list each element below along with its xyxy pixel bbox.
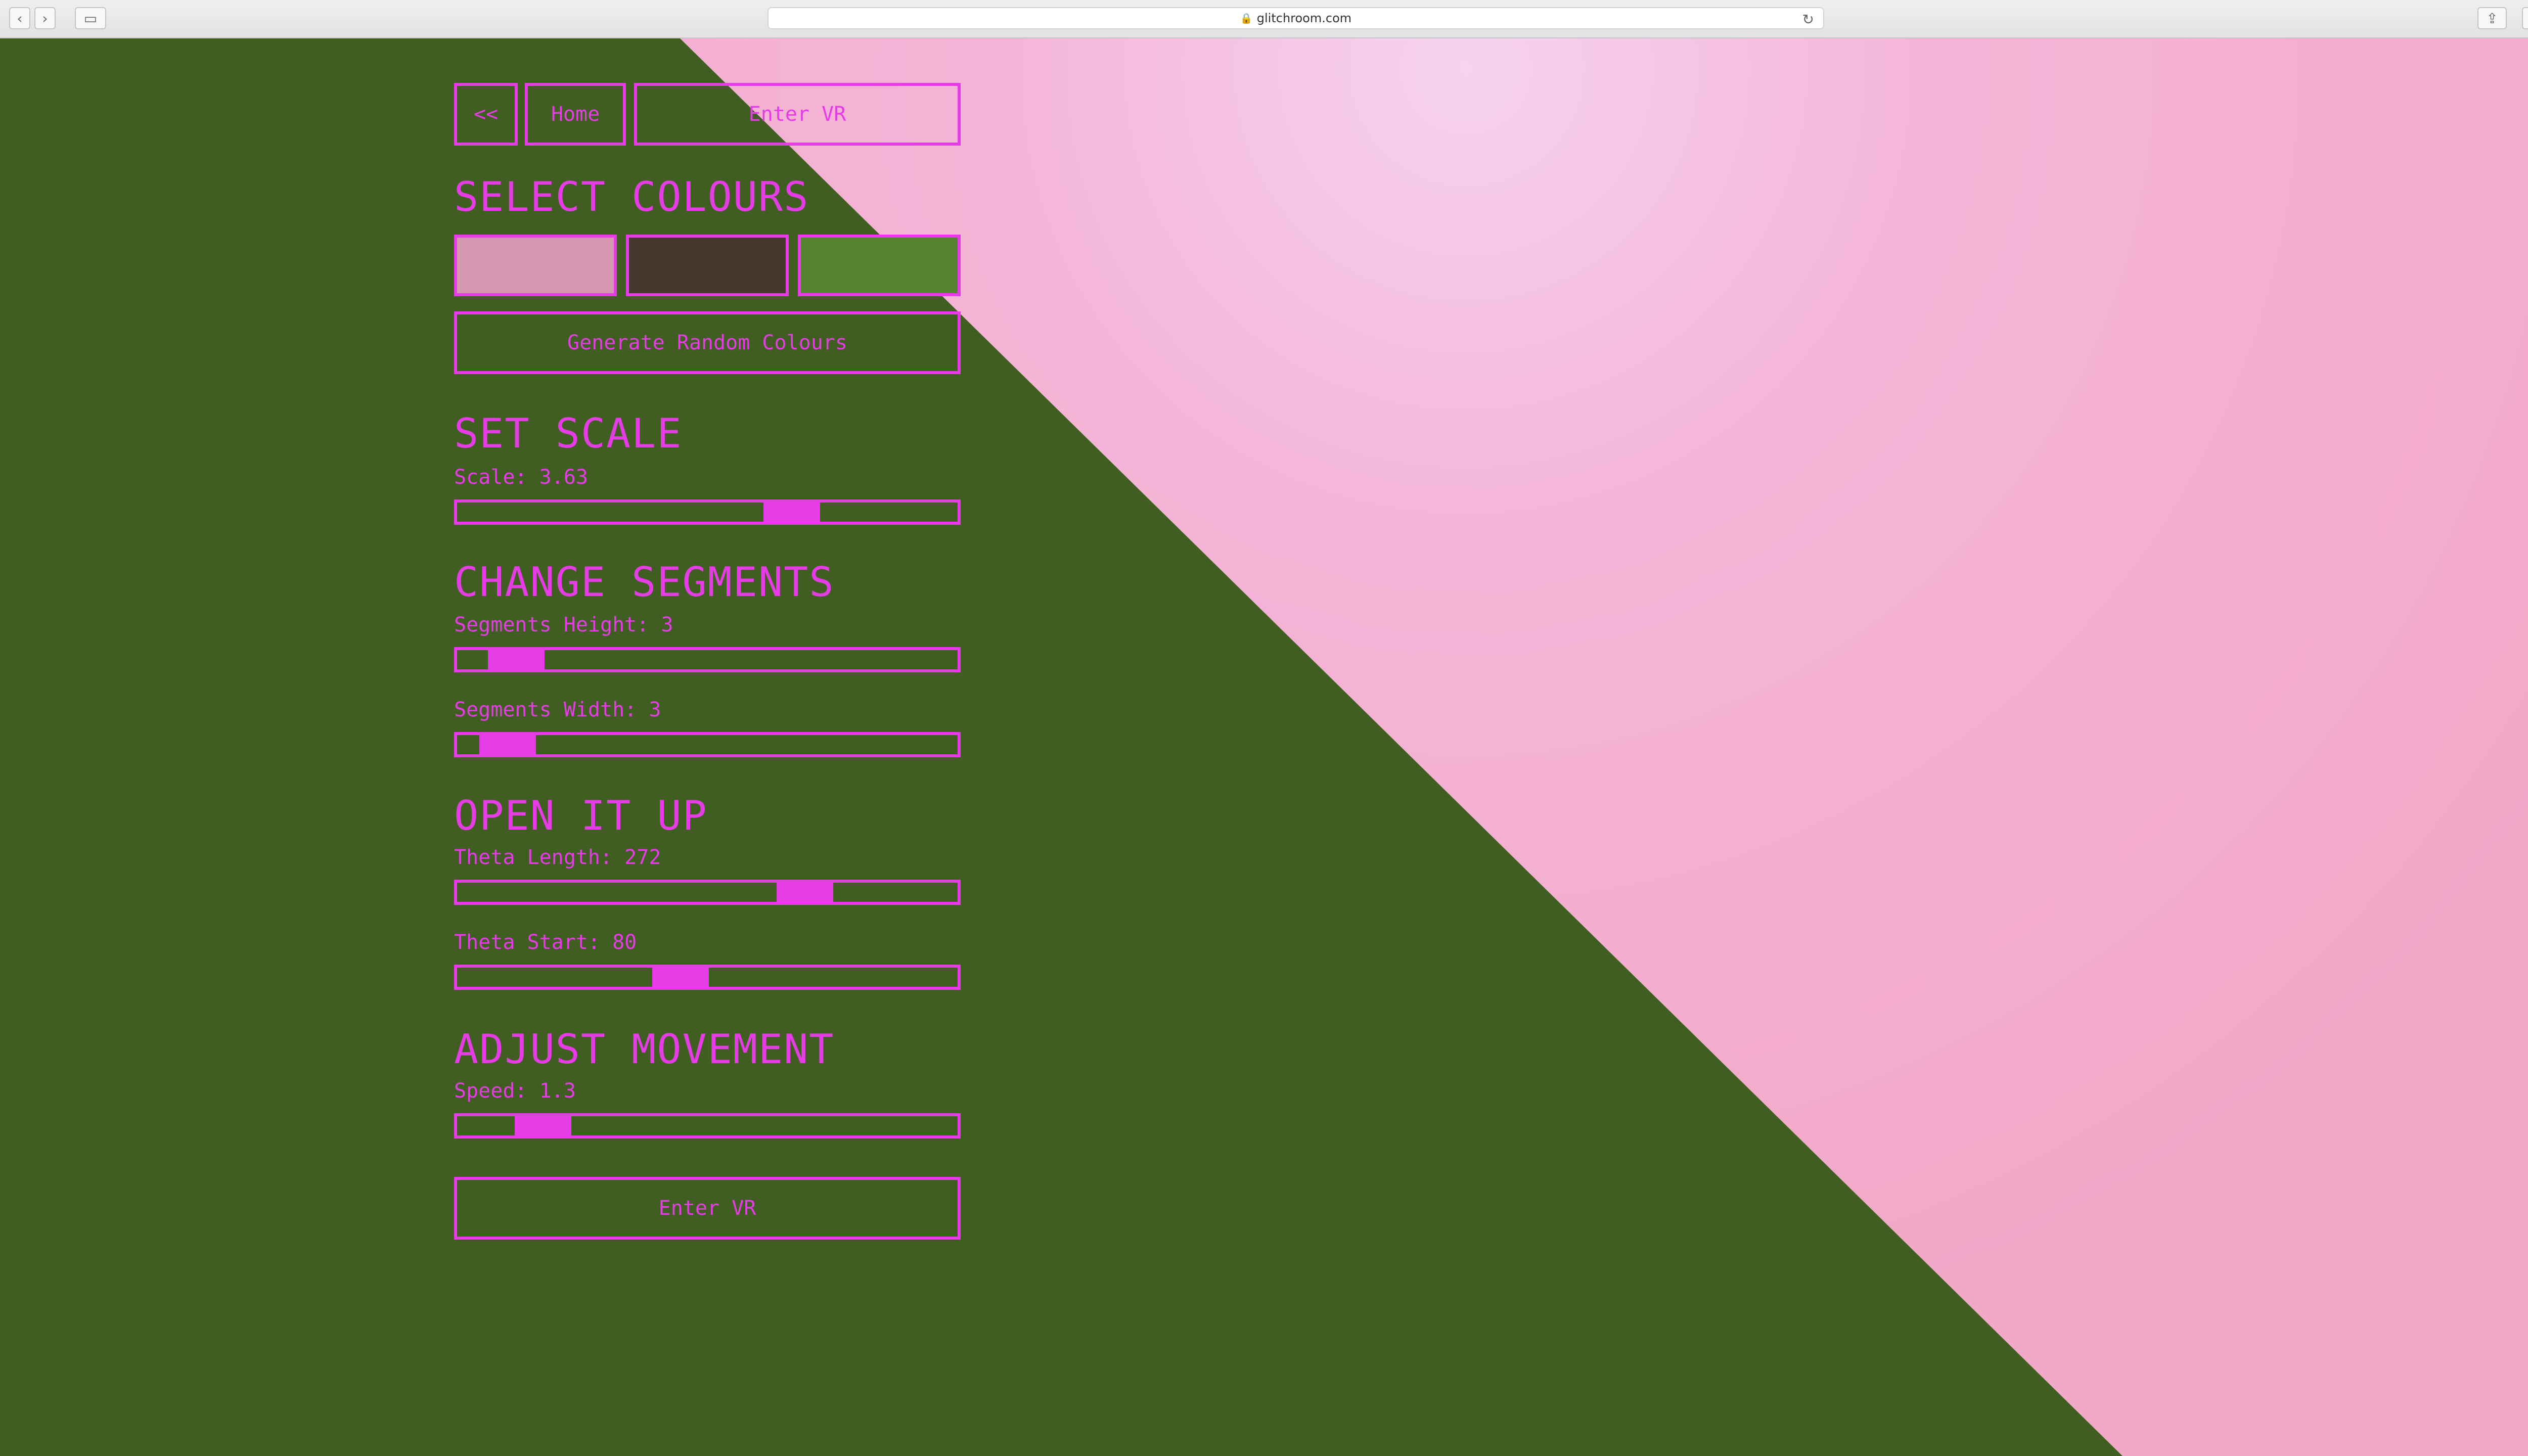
theta-start-slider-thumb[interactable] [652,968,709,987]
open-it-up-heading: OPEN IT UP [454,792,708,839]
enter-vr-bottom-button[interactable]: Enter VR [454,1177,961,1240]
lock-icon: 🔒 [1240,12,1253,24]
browser-toolbar: ‹ › ▭ 🔒 glitchroom.com ↻ ⇪ ⧉ + [0,0,2528,38]
segments-height-label: Segments Height: 3 [454,613,673,636]
back-button[interactable]: << [454,83,518,146]
set-scale-heading: SET SCALE [454,410,683,457]
theta-length-label: Theta Length: 272 [454,846,661,869]
tabs-icon[interactable]: ⧉ [2522,7,2528,29]
scene-shape [0,38,2123,1456]
theta-start-slider[interactable] [454,965,961,990]
select-colours-heading: SELECT COLOURS [454,173,809,220]
sidebar-icon[interactable]: ▭ [75,7,106,29]
address-bar[interactable]: 🔒 glitchroom.com ↻ [768,7,1824,29]
enter-vr-top-button[interactable]: Enter VR [634,83,961,146]
segments-width-slider[interactable] [454,732,961,757]
colour-swatch-1[interactable] [454,235,617,296]
forward-icon[interactable]: › [34,7,56,29]
speed-label: Speed: 1.3 [454,1079,576,1103]
change-segments-heading: CHANGE SEGMENTS [454,559,835,606]
theta-length-slider-thumb[interactable] [777,883,833,902]
generate-random-colours-button[interactable]: Generate Random Colours [454,311,961,374]
adjust-movement-heading: ADJUST MOVEMENT [454,1026,835,1073]
reload-icon[interactable]: ↻ [1802,11,1814,28]
share-icon[interactable]: ⇪ [2477,7,2507,29]
segments-height-slider[interactable] [454,647,961,672]
url-text: glitchroom.com [1256,11,1352,25]
theta-start-label: Theta Start: 80 [454,931,637,954]
home-button[interactable]: Home [525,83,626,146]
colour-swatch-3[interactable] [798,235,961,296]
scale-slider-thumb[interactable] [763,503,820,522]
vr-scene-canvas[interactable] [0,38,2528,1456]
scale-slider[interactable] [454,499,961,525]
back-icon[interactable]: ‹ [9,7,30,29]
segments-width-label: Segments Width: 3 [454,698,661,721]
colour-swatch-2[interactable] [626,235,789,296]
scale-label: Scale: 3.63 [454,466,588,489]
theta-length-slider[interactable] [454,880,961,905]
speed-slider-thumb[interactable] [515,1116,571,1135]
speed-slider[interactable] [454,1113,961,1139]
segments-width-slider-thumb[interactable] [479,735,536,754]
segments-height-slider-thumb[interactable] [488,650,545,669]
